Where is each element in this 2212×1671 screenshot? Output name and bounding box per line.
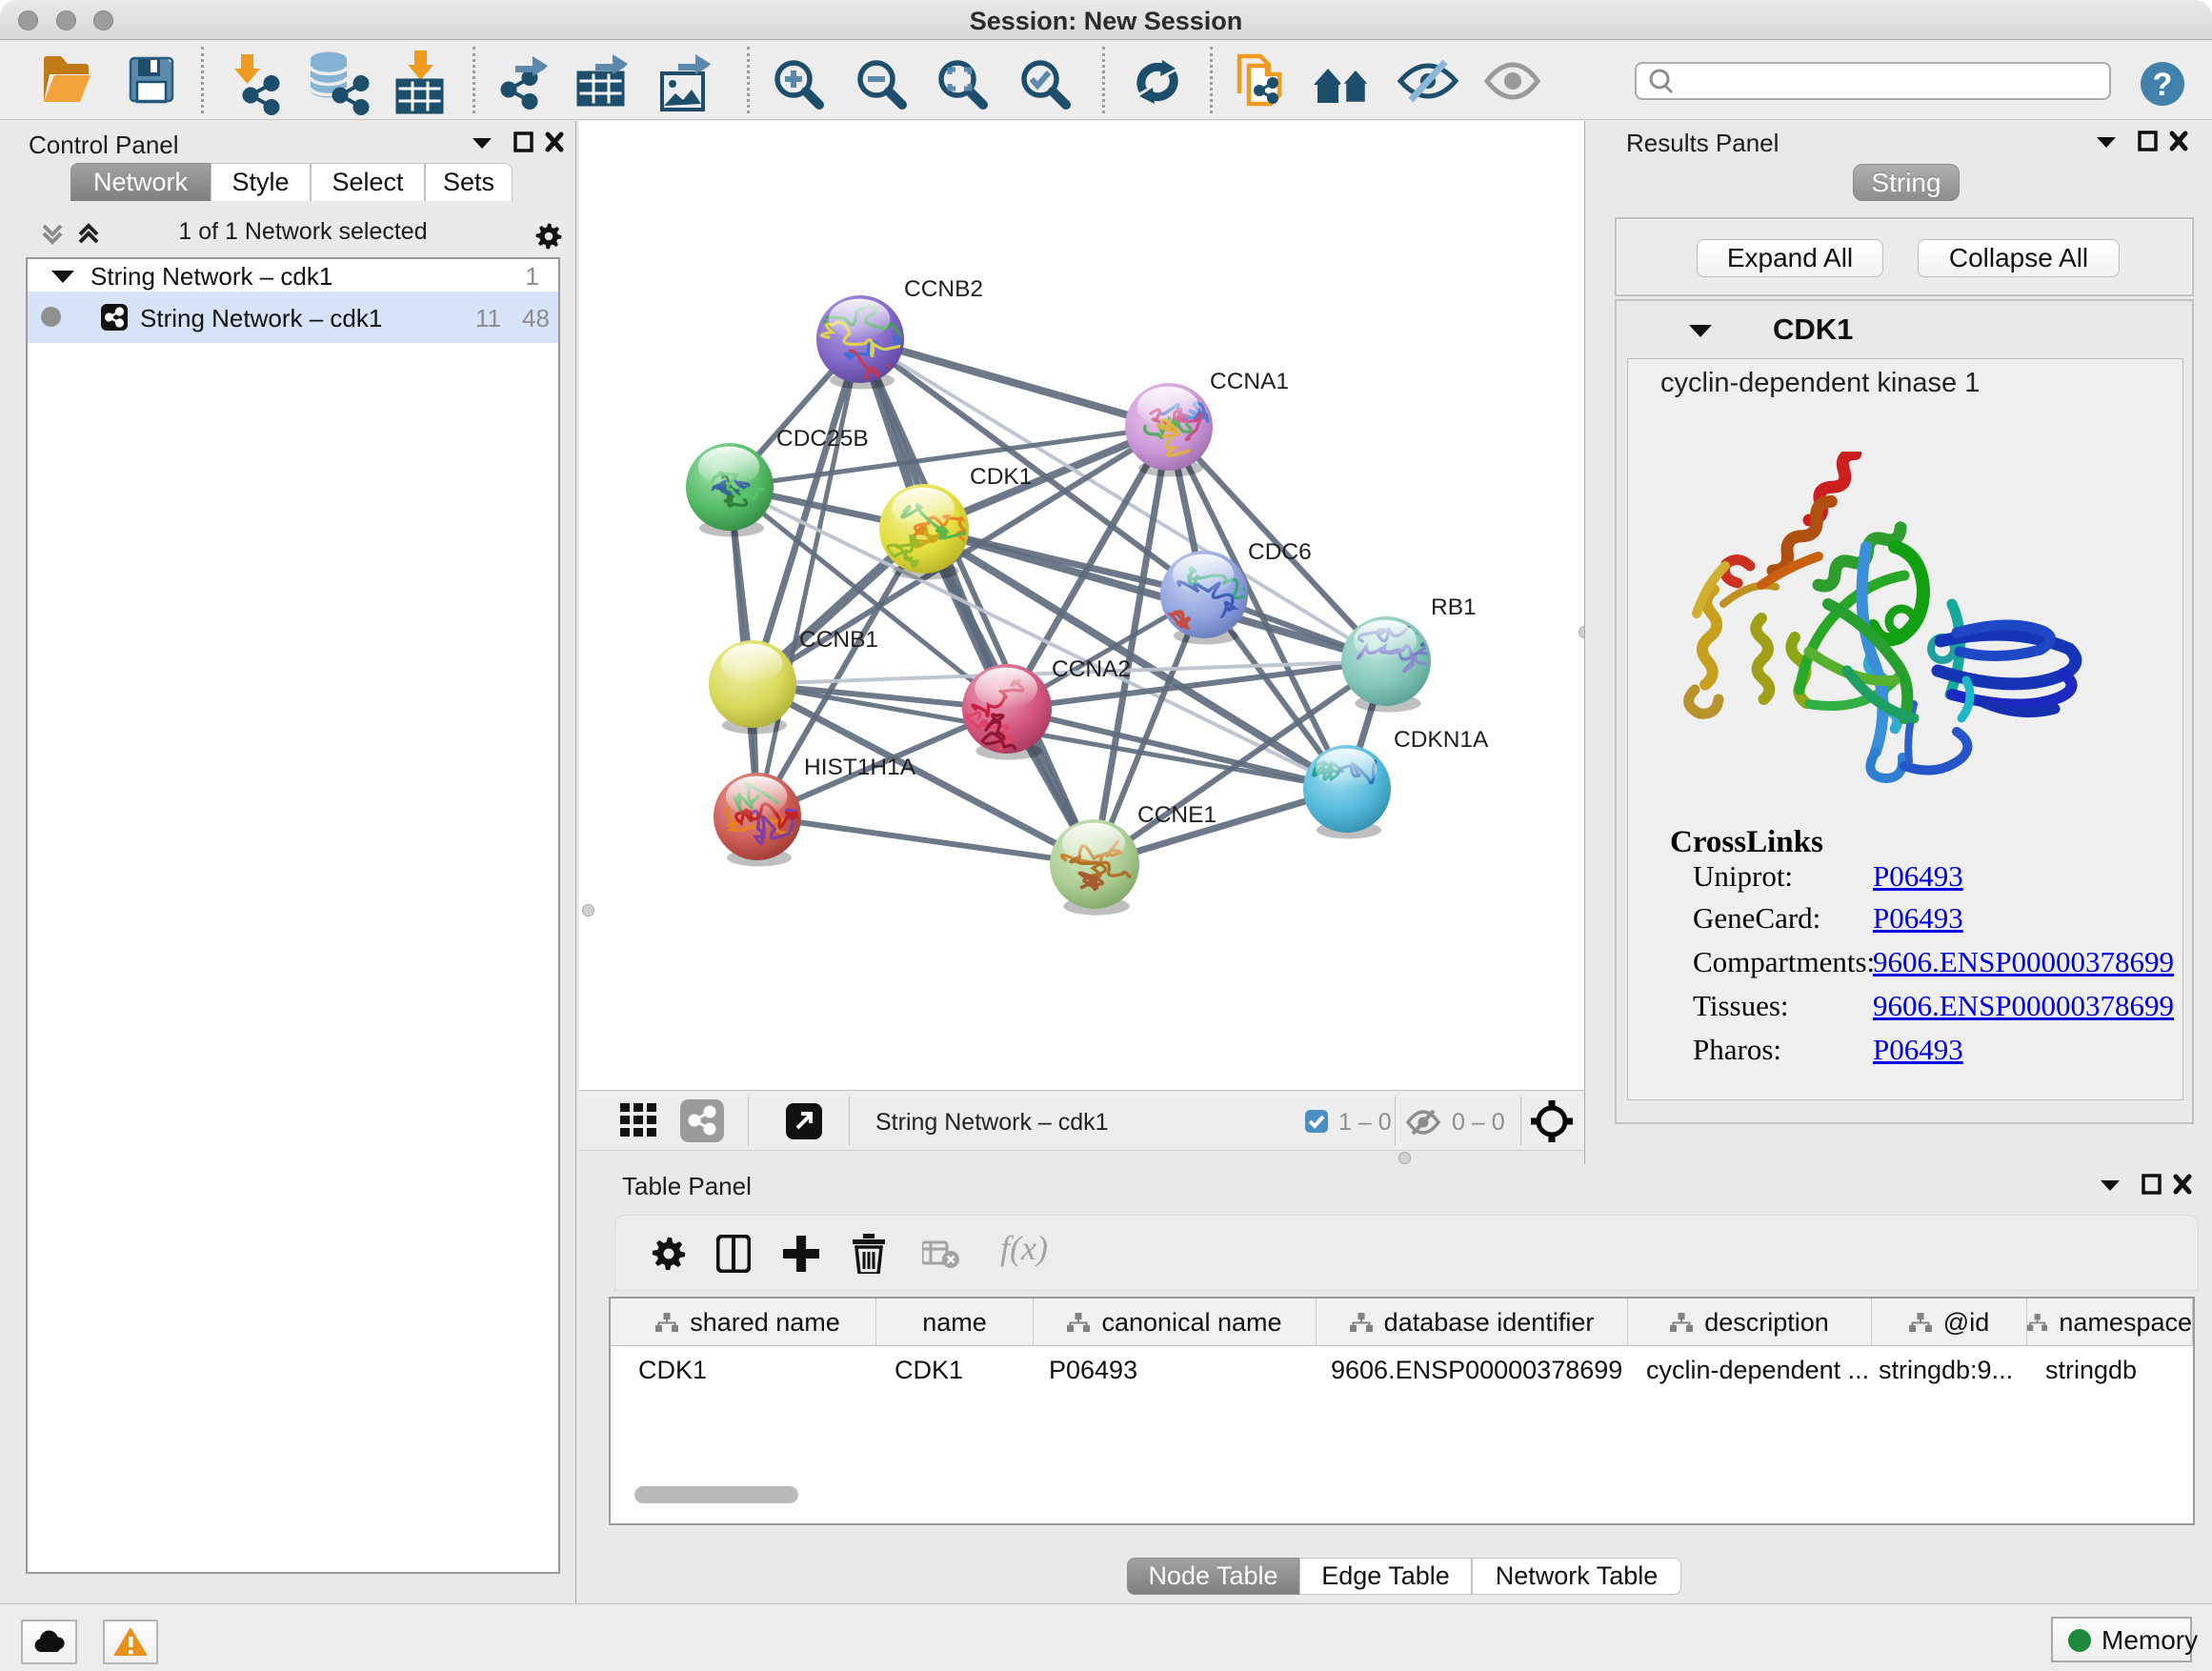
svg-text:RB1: RB1: [1431, 594, 1477, 620]
svg-text:CDC6: CDC6: [1248, 539, 1312, 565]
svg-text:HIST1H1A: HIST1H1A: [804, 755, 916, 780]
svg-text:CCNE1: CCNE1: [1137, 802, 1217, 828]
svg-text:CCNB1: CCNB1: [799, 627, 878, 653]
svg-text:CDKN1A: CDKN1A: [1394, 727, 1489, 753]
svg-text:?: ?: [2153, 67, 2173, 103]
svg-text:CDK1: CDK1: [970, 464, 1032, 490]
svg-text:CCNA2: CCNA2: [1052, 656, 1131, 682]
svg-text:CDC25B: CDC25B: [776, 426, 869, 452]
svg-text:CCNB2: CCNB2: [904, 276, 983, 302]
svg-text:CCNA1: CCNA1: [1210, 369, 1289, 394]
